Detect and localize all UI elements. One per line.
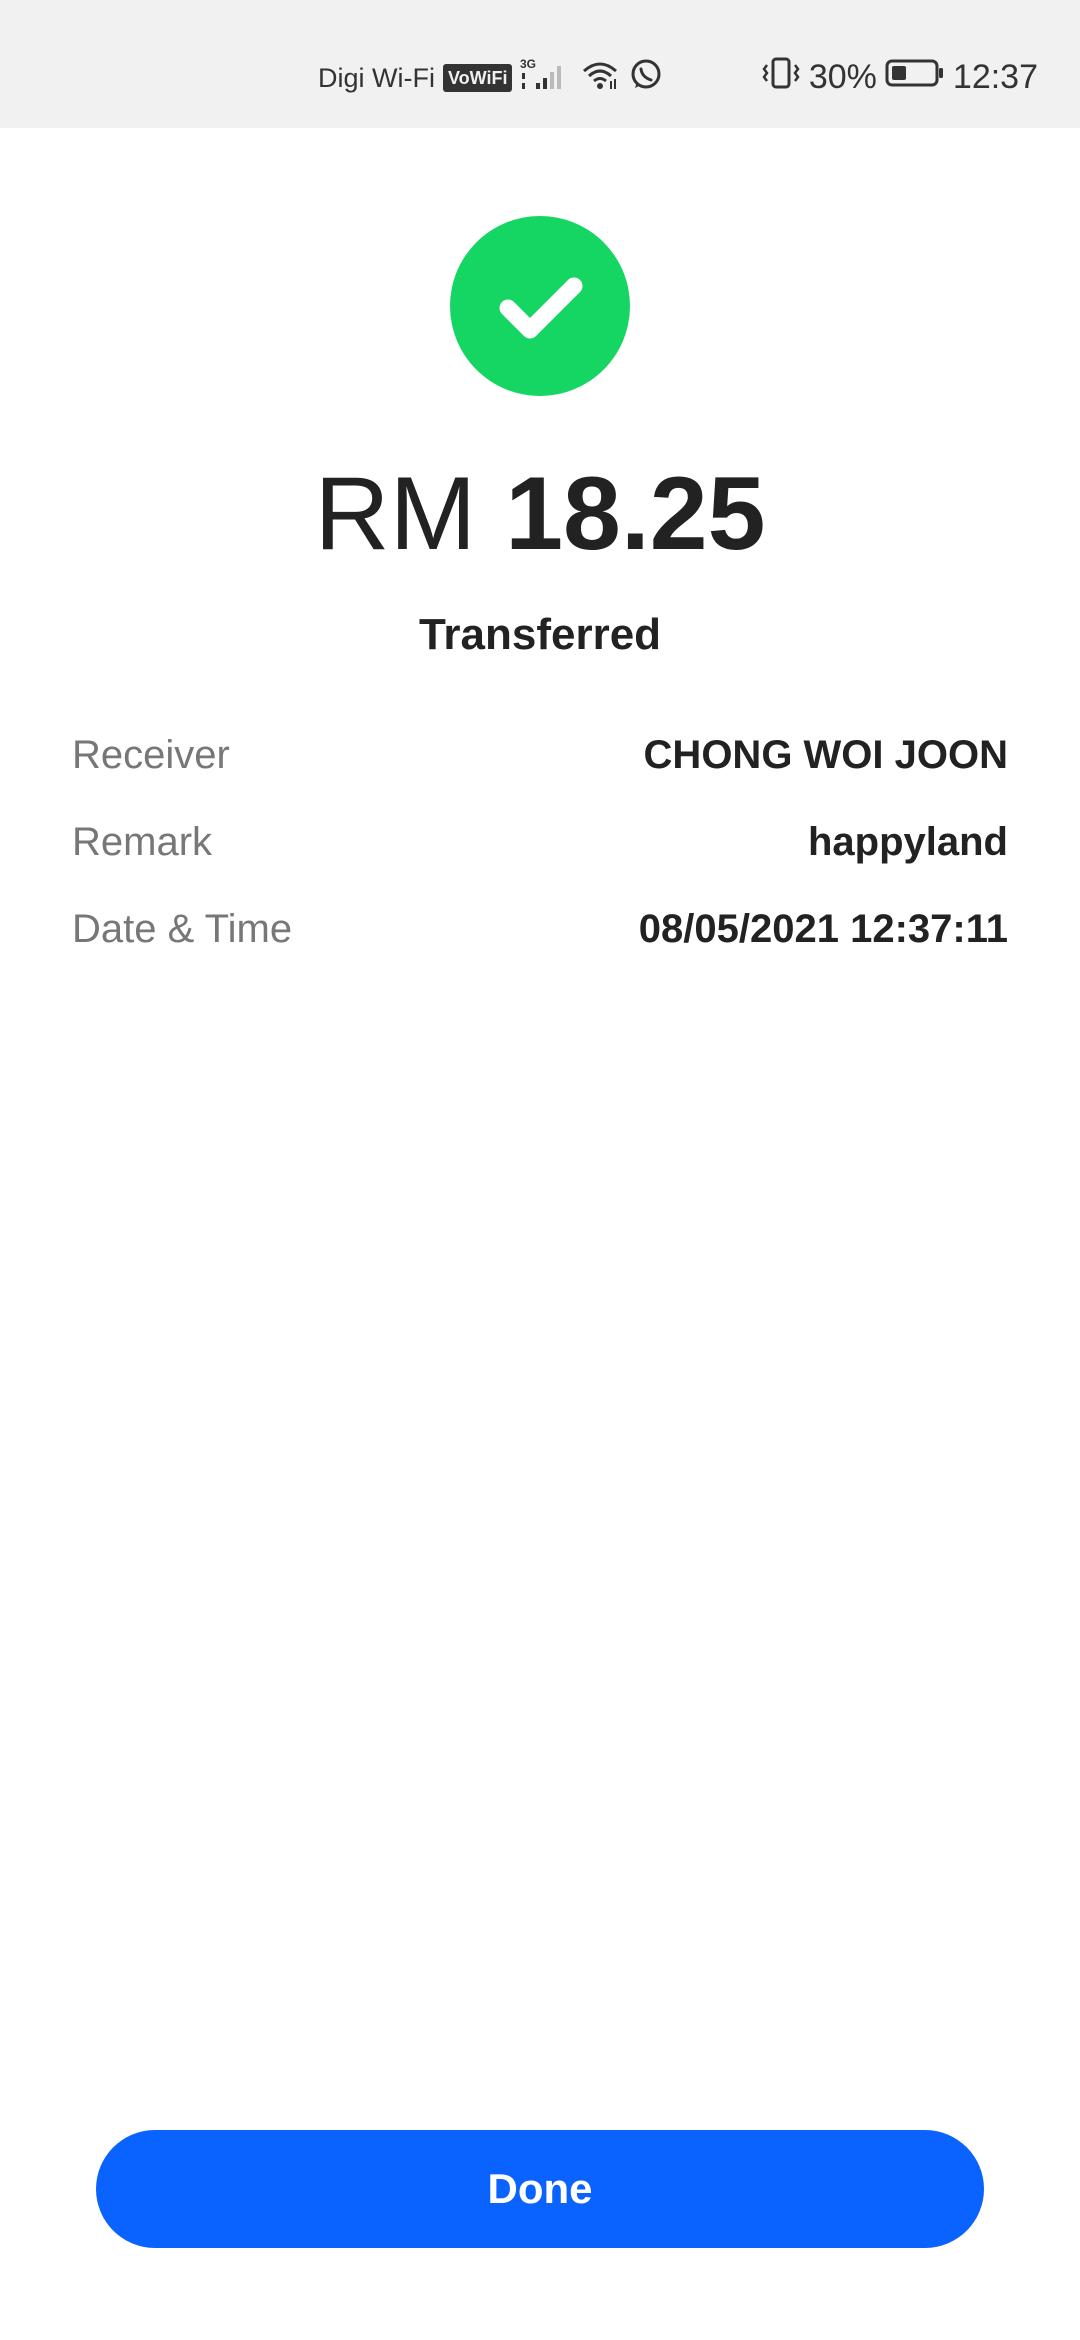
status-bar: Digi Wi-Fi VoWiFi 3G 30% 12:37 [0,0,1080,128]
remark-label: Remark [72,820,213,864]
status-bar-left: Digi Wi-Fi VoWiFi 3G [318,57,664,100]
vibrate-icon [761,53,801,102]
network-type-label: 3G [520,57,536,71]
done-button[interactable]: Done [96,2130,984,2248]
transfer-amount: RM 18.25 [0,452,1080,576]
status-bar-right: 30% 12:37 [761,56,1038,98]
battery-icon [885,57,945,98]
currency-label: RM [314,456,477,572]
datetime-value: 08/05/2021 12:37:11 [638,907,1008,951]
clock: 12:37 [952,57,1038,96]
receiver-label: Receiver [72,733,230,777]
cellular-signal-icon: 3G [520,57,572,100]
detail-row-datetime: Date & Time 08/05/2021 12:37:11 [72,886,1008,973]
success-check-icon [450,216,630,396]
receiver-value: CHONG WOI JOON [643,733,1008,777]
remark-value: happyland [807,820,1008,864]
detail-row-remark: Remark happyland [72,799,1008,886]
amount-value: 18.25 [505,456,766,572]
transfer-status: Transferred [418,610,662,659]
transfer-details: Receiver CHONG WOI JOON Remark happyland… [72,712,1008,973]
datetime-label: Date & Time [72,907,293,951]
vowifi-icon: VoWiFi [442,64,513,92]
carrier-label: Digi Wi-Fi [318,62,435,93]
detail-row-receiver: Receiver CHONG WOI JOON [72,712,1008,799]
battery-percent: 30% [808,57,877,96]
wifi-icon [580,57,620,100]
whatsapp-icon [628,57,664,100]
